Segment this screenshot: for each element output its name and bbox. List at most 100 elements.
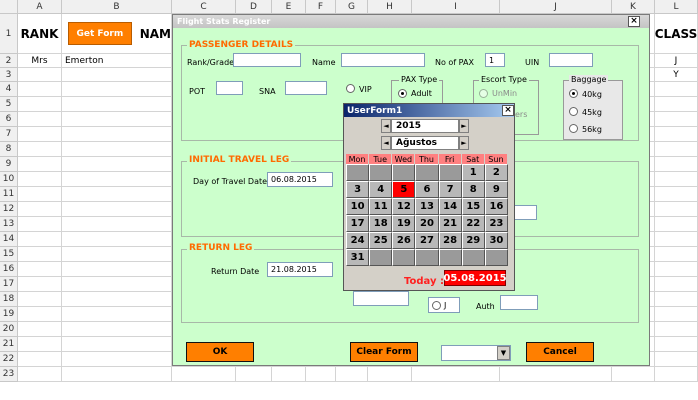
grid-cell[interactable] — [18, 307, 62, 322]
grid-cell[interactable] — [18, 187, 62, 202]
calendar-day-16[interactable]: 16 — [484, 198, 508, 215]
grid-cell[interactable] — [655, 202, 698, 217]
calendar-day-15[interactable]: 15 — [461, 198, 485, 215]
grid-cell[interactable] — [18, 322, 62, 337]
grid-cell[interactable] — [62, 112, 172, 127]
grid-cell[interactable] — [655, 307, 698, 322]
row-header-23[interactable]: 23 — [0, 367, 18, 382]
grid-cell[interactable] — [500, 367, 612, 382]
grid-cell[interactable] — [655, 157, 698, 172]
grid-cell[interactable] — [655, 322, 698, 337]
row-header-20[interactable]: 20 — [0, 322, 18, 337]
calendar-day-26[interactable]: 26 — [392, 232, 416, 249]
grid-cell[interactable] — [62, 157, 172, 172]
row-header-16[interactable]: 16 — [0, 262, 18, 277]
form-titlebar[interactable]: Flight Stats Register — [173, 15, 649, 28]
grid-cell[interactable] — [655, 277, 698, 292]
grid-cell[interactable] — [62, 232, 172, 247]
row-header-17[interactable]: 17 — [0, 277, 18, 292]
grid-cell[interactable] — [62, 172, 172, 187]
calendar-day-4[interactable]: 4 — [369, 181, 393, 198]
row-header-10[interactable]: 10 — [0, 172, 18, 187]
auth-input[interactable] — [500, 295, 538, 310]
cell-b1[interactable]: Get Form NAM — [62, 14, 172, 54]
column-header-l[interactable]: L — [655, 0, 698, 14]
row-header-21[interactable]: 21 — [0, 337, 18, 352]
bag-40-radio[interactable] — [569, 89, 578, 98]
pot-input[interactable] — [216, 81, 243, 95]
grid-cell[interactable] — [655, 217, 698, 232]
calendar-day-2[interactable]: 2 — [484, 164, 508, 181]
clear-form-button[interactable]: Clear Form — [350, 342, 418, 362]
return-extra-input[interactable] — [353, 291, 409, 306]
grid-cell[interactable] — [62, 352, 172, 367]
grid-cell[interactable] — [18, 217, 62, 232]
year-prev-button[interactable]: ◄ — [381, 119, 391, 133]
calendar-day-9[interactable]: 9 — [484, 181, 508, 198]
unmin-radio[interactable] — [479, 89, 488, 98]
calendar-day-29[interactable]: 29 — [461, 232, 485, 249]
column-header-d[interactable]: D — [236, 0, 272, 14]
grid-cell[interactable] — [655, 352, 698, 367]
today-value[interactable]: 05.08.2015 — [443, 270, 507, 286]
grid-cell[interactable] — [18, 367, 62, 382]
calendar-day-7[interactable]: 7 — [438, 181, 462, 198]
grid-cell[interactable] — [62, 202, 172, 217]
month-next-button[interactable]: ► — [459, 136, 469, 150]
grid-cell[interactable] — [368, 367, 412, 382]
adult-radio[interactable] — [398, 89, 407, 98]
grid-cell[interactable] — [655, 127, 698, 142]
ok-button[interactable]: OK — [186, 342, 254, 362]
grid-cell[interactable] — [655, 262, 698, 277]
row-header-6[interactable]: 6 — [0, 112, 18, 127]
cell-a2[interactable]: Mrs — [18, 54, 62, 68]
uin-input[interactable] — [549, 53, 593, 67]
grid-cell[interactable] — [62, 337, 172, 352]
dropdown-arrow-icon[interactable]: ▼ — [497, 346, 510, 360]
calendar-titlebar[interactable]: UserForm1 — [344, 104, 514, 117]
grid-cell[interactable] — [18, 68, 62, 82]
grid-cell[interactable] — [655, 337, 698, 352]
column-header-i[interactable]: I — [412, 0, 500, 14]
grid-cell[interactable] — [62, 367, 172, 382]
calendar-day-24[interactable]: 24 — [346, 232, 370, 249]
grid-cell[interactable] — [18, 127, 62, 142]
grid-cell[interactable] — [62, 82, 172, 97]
row-header-8[interactable]: 8 — [0, 142, 18, 157]
calendar-day-22[interactable]: 22 — [461, 215, 485, 232]
get-form-button[interactable]: Get Form — [68, 22, 132, 45]
grid-cell[interactable] — [62, 307, 172, 322]
form-close-button[interactable]: × — [628, 16, 640, 27]
calendar-day-19[interactable]: 19 — [392, 215, 416, 232]
grid-cell[interactable] — [18, 262, 62, 277]
bag-56-radio[interactable] — [569, 124, 578, 133]
grid-cell[interactable] — [18, 337, 62, 352]
grid-cell[interactable] — [18, 202, 62, 217]
grid-cell[interactable] — [655, 172, 698, 187]
column-header-e[interactable]: E — [272, 0, 306, 14]
grid-cell[interactable] — [18, 172, 62, 187]
rank-header[interactable]: RANK — [18, 14, 62, 54]
row-header-19[interactable]: 19 — [0, 307, 18, 322]
grid-cell[interactable] — [655, 112, 698, 127]
month-prev-button[interactable]: ◄ — [381, 136, 391, 150]
calendar-day-27[interactable]: 27 — [415, 232, 439, 249]
row-header-18[interactable]: 18 — [0, 292, 18, 307]
column-header-a[interactable]: A — [18, 0, 62, 14]
grid-cell[interactable] — [18, 157, 62, 172]
grid-cell[interactable] — [306, 367, 336, 382]
calendar-day-10[interactable]: 10 — [346, 198, 370, 215]
grid-cell[interactable] — [62, 322, 172, 337]
column-header-k[interactable]: K — [612, 0, 655, 14]
calendar-day-1[interactable]: 1 — [461, 164, 485, 181]
class-header[interactable]: CLASS — [655, 14, 698, 54]
grid-cell[interactable] — [655, 97, 698, 112]
return-radio[interactable] — [432, 300, 441, 310]
return-date-input[interactable]: 21.08.2015 — [267, 262, 333, 277]
row-header-2[interactable]: 2 — [0, 54, 18, 68]
month-field[interactable]: Ağustos — [391, 136, 459, 150]
calendar-day-6[interactable]: 6 — [415, 181, 439, 198]
grid-cell[interactable] — [655, 232, 698, 247]
row-header-7[interactable]: 7 — [0, 127, 18, 142]
pax-input[interactable]: 1 — [485, 53, 505, 67]
